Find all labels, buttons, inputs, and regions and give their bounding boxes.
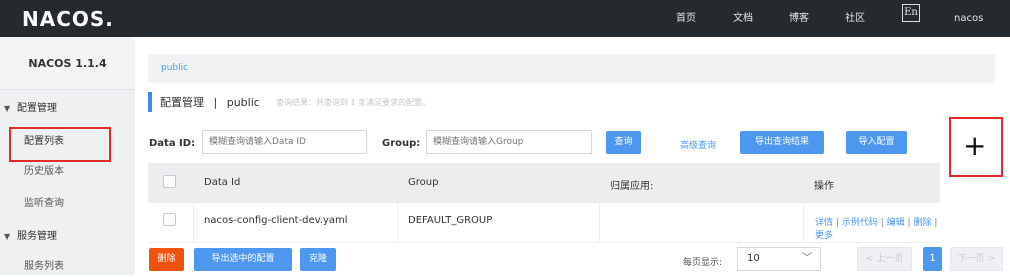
detail-link[interactable]: 详情 <box>815 218 833 228</box>
sidebar-group-config[interactable]: ▼ 配置管理 <box>0 99 135 119</box>
column-divider <box>599 203 600 243</box>
top-navbar: NACOS. 首页 文档 博客 社区 En nacos <box>0 0 1010 37</box>
title-accent <box>148 92 152 112</box>
add-config-highlight: + <box>949 117 1003 177</box>
export-selected-button[interactable]: 导出选中的配置 <box>194 248 292 271</box>
edit-link[interactable]: 编辑 <box>887 218 905 228</box>
clone-button[interactable]: 克隆 <box>300 248 336 271</box>
sidebar-item-listener-query[interactable]: 监听查询 <box>24 194 64 214</box>
title-separator: | <box>213 96 218 109</box>
cell-group: DEFAULT_GROUP <box>408 215 493 226</box>
page-size-value: 10 <box>747 253 760 264</box>
delete-link[interactable]: 删除 <box>913 218 931 228</box>
caret-down-icon: ▼ <box>4 232 11 241</box>
column-divider <box>803 203 804 243</box>
plus-icon[interactable]: + <box>963 129 986 163</box>
query-button[interactable]: 查询 <box>606 131 641 154</box>
nav-blog[interactable]: 博客 <box>789 0 809 37</box>
group-input[interactable] <box>426 130 592 154</box>
prev-page-button[interactable]: < 上一页 <box>857 247 912 271</box>
version-label: NACOS 1.1.4 <box>0 37 135 90</box>
column-header-app: 归属应用: <box>610 181 654 192</box>
table-header: Data Id Group 归属应用: 操作 <box>148 163 940 203</box>
page-size-label: 每页显示: <box>683 258 723 268</box>
dataid-label: Data ID: <box>149 138 196 149</box>
main-content: public 配置管理 | public 查询结果：共查询到 1 条满足要求的配… <box>135 37 1010 275</box>
delete-button[interactable]: 删除 <box>149 248 184 271</box>
breadcrumb[interactable]: public <box>148 54 995 83</box>
actions-cell: 详情 | 示例代码 | 编辑 | 删除 | 更多 <box>815 215 940 241</box>
sidebar-group-label: 配置管理 <box>17 103 57 114</box>
action-separator: | <box>907 218 911 228</box>
page-title-text: 配置管理 <box>160 96 204 109</box>
user-menu[interactable]: nacos <box>954 0 983 37</box>
query-hint: 查询结果：共查询到 1 条满足要求的配置。 <box>276 98 431 107</box>
nav-community[interactable]: 社区 <box>845 0 865 37</box>
column-header-dataid: Data Id <box>204 177 241 188</box>
page-title: 配置管理 | public <box>160 94 260 110</box>
table-row: nacos-config-client-dev.yaml DEFAULT_GRO… <box>148 203 940 243</box>
action-separator: | <box>835 218 839 228</box>
sidebar-group-service[interactable]: ▼ 服务管理 <box>0 227 135 247</box>
column-divider <box>193 203 194 243</box>
column-divider <box>397 203 398 243</box>
nav-docs[interactable]: 文档 <box>733 0 753 37</box>
nacos-logo[interactable]: NACOS. <box>22 7 114 31</box>
namespace-name: public <box>226 96 260 109</box>
select-all-checkbox[interactable] <box>163 175 176 188</box>
cell-dataid: nacos-config-client-dev.yaml <box>204 215 348 226</box>
export-query-button[interactable]: 导出查询结果 <box>740 131 824 154</box>
next-page-button[interactable]: 下一页 > <box>950 247 1003 271</box>
action-separator: | <box>880 218 884 228</box>
sidebar-item-service-list[interactable]: 服务列表 <box>24 257 64 277</box>
sample-code-link[interactable]: 示例代码 <box>842 218 878 228</box>
row-checkbox[interactable] <box>163 213 176 226</box>
import-config-button[interactable]: 导入配置 <box>846 131 907 154</box>
page-size-select[interactable]: 10 ﹀ <box>737 247 821 271</box>
column-header-group: Group <box>408 177 439 188</box>
group-label: Group: <box>382 138 421 149</box>
more-link[interactable]: 更多 <box>815 231 833 241</box>
action-separator: | <box>934 218 938 228</box>
dataid-input[interactable] <box>202 130 367 154</box>
sidebar-group-label: 服务管理 <box>17 231 57 242</box>
sidebar-item-history[interactable]: 历史版本 <box>24 162 64 182</box>
language-toggle[interactable]: En <box>902 4 920 22</box>
caret-down-icon: ▼ <box>4 104 11 113</box>
chevron-down-icon: ﹀ <box>802 253 812 264</box>
nav-home[interactable]: 首页 <box>676 0 696 37</box>
highlight-box <box>9 127 111 162</box>
column-header-actions: 操作 <box>814 181 834 192</box>
sidebar: NACOS 1.1.4 ▼ 配置管理 配置列表 历史版本 监听查询 ▼ 服务管理… <box>0 37 135 275</box>
advanced-query-link[interactable]: 高级查询 <box>680 138 716 151</box>
current-page-button[interactable]: 1 <box>923 247 942 271</box>
